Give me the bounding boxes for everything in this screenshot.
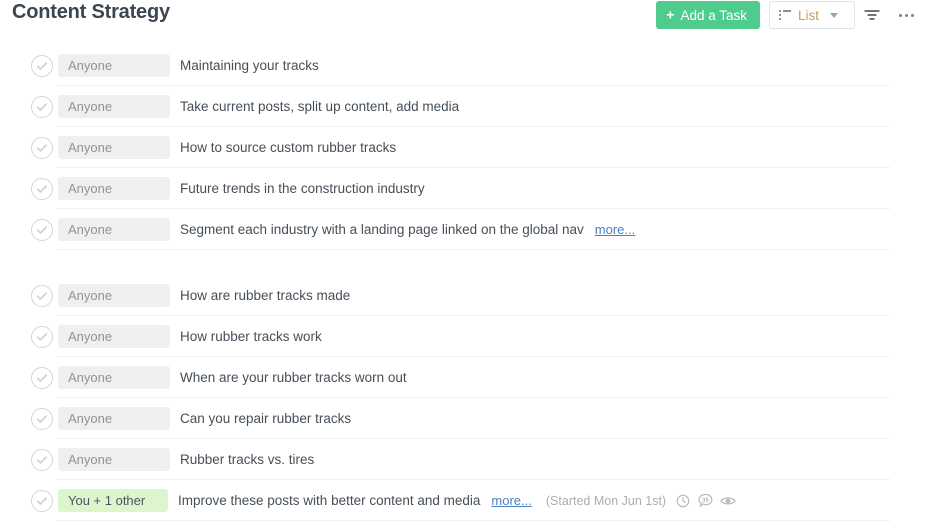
task-content: Improve these posts with better content … — [178, 493, 734, 508]
task-assignee-pill[interactable]: Anyone — [58, 407, 170, 430]
task-list: Anyone Maintaining your tracks Anyone Take … — [0, 45, 933, 521]
task-row[interactable]: Anyone Can you repair rubber tracks — [0, 398, 933, 439]
task-row[interactable]: Anyone Maintaining your tracks — [0, 45, 933, 86]
task-assignee-pill[interactable]: Anyone — [58, 366, 170, 389]
task-assignee-pill[interactable]: Anyone — [58, 284, 170, 307]
page-header: Content Strategy + Add a Task List — [0, 0, 933, 30]
task-title[interactable]: Can you repair rubber tracks — [180, 411, 351, 426]
view-mode-label: List — [798, 8, 819, 23]
task-row[interactable]: You + 1 other Improve these posts with be… — [0, 480, 933, 521]
task-complete-checkbox[interactable] — [31, 219, 53, 241]
filter-icon — [865, 10, 880, 21]
task-content: Rubber tracks vs. tires — [180, 452, 314, 467]
chevron-down-icon — [830, 13, 838, 18]
task-title[interactable]: Rubber tracks vs. tires — [180, 452, 314, 467]
task-title[interactable]: Future trends in the construction indust… — [180, 181, 425, 196]
task-row[interactable]: Anyone How rubber tracks work — [0, 316, 933, 357]
task-title[interactable]: Segment each industry with a landing pag… — [180, 222, 584, 237]
filter-button[interactable] — [855, 1, 889, 29]
task-list-page: Content Strategy + Add a Task List — [0, 0, 933, 525]
task-assignee-pill[interactable]: Anyone — [58, 218, 170, 241]
task-content: Maintaining your tracks — [180, 58, 319, 73]
plus-icon: + — [666, 8, 674, 22]
view-mode-selector[interactable]: List — [769, 1, 855, 29]
task-complete-checkbox[interactable] — [31, 285, 53, 307]
task-row[interactable]: Anyone When are your rubber tracks worn o… — [0, 357, 933, 398]
task-assignee-pill[interactable]: Anyone — [58, 325, 170, 348]
task-row[interactable]: Anyone Segment each industry with a landi… — [0, 209, 933, 250]
task-title[interactable]: Maintaining your tracks — [180, 58, 319, 73]
clock-icon[interactable] — [676, 494, 690, 508]
task-complete-checkbox[interactable] — [31, 55, 53, 77]
comment-icon[interactable]: 36 — [698, 494, 712, 508]
task-complete-checkbox[interactable] — [31, 449, 53, 471]
list-icon — [779, 10, 791, 20]
task-content: How rubber tracks work — [180, 329, 322, 344]
task-complete-checkbox[interactable] — [31, 137, 53, 159]
svg-text:36: 36 — [702, 498, 709, 504]
add-a-task-button[interactable]: + Add a Task — [656, 1, 760, 29]
task-content: Take current posts, split up content, ad… — [180, 99, 459, 114]
add-a-task-label: Add a Task — [680, 8, 747, 23]
task-title[interactable]: When are your rubber tracks worn out — [180, 370, 407, 385]
task-assignee-pill[interactable]: Anyone — [58, 177, 170, 200]
task-assignee-pill[interactable]: Anyone — [58, 448, 170, 471]
task-complete-checkbox[interactable] — [31, 408, 53, 430]
ellipsis-horizontal-icon — [899, 14, 914, 17]
task-content: When are your rubber tracks worn out — [180, 370, 407, 385]
task-row[interactable]: Anyone Rubber tracks vs. tires — [0, 439, 933, 480]
task-complete-checkbox[interactable] — [31, 96, 53, 118]
task-title[interactable]: Take current posts, split up content, ad… — [180, 99, 459, 114]
task-assignee-pill[interactable]: You + 1 other — [58, 489, 168, 512]
task-content: Segment each industry with a landing pag… — [180, 222, 635, 237]
task-row[interactable]: Anyone Take current posts, split up conte… — [0, 86, 933, 127]
header-actions: + Add a Task List — [656, 0, 923, 30]
task-row[interactable]: Anyone Future trends in the construction … — [0, 168, 933, 209]
more-options-button[interactable] — [889, 1, 923, 29]
task-row[interactable]: Anyone How are rubber tracks made — [0, 275, 933, 316]
eye-icon[interactable] — [720, 494, 734, 508]
task-more-link[interactable]: more... — [595, 222, 635, 237]
task-row[interactable]: Anyone How to source custom rubber tracks — [0, 127, 933, 168]
task-complete-checkbox[interactable] — [31, 367, 53, 389]
task-title[interactable]: How to source custom rubber tracks — [180, 140, 396, 155]
task-title[interactable]: How are rubber tracks made — [180, 288, 350, 303]
page-title: Content Strategy — [12, 1, 170, 24]
task-assignee-pill[interactable]: Anyone — [58, 54, 170, 77]
task-start-date: (Started Mon Jun 1st) — [546, 494, 666, 508]
task-content: Future trends in the construction indust… — [180, 181, 425, 196]
task-status-icons: 36 — [676, 494, 734, 508]
task-content: How are rubber tracks made — [180, 288, 350, 303]
task-content: Can you repair rubber tracks — [180, 411, 351, 426]
task-complete-checkbox[interactable] — [31, 326, 53, 348]
task-complete-checkbox[interactable] — [31, 178, 53, 200]
task-complete-checkbox[interactable] — [31, 490, 53, 512]
task-title[interactable]: Improve these posts with better content … — [178, 493, 480, 508]
task-assignee-pill[interactable]: Anyone — [58, 95, 170, 118]
task-group-spacer — [0, 250, 933, 275]
task-assignee-pill[interactable]: Anyone — [58, 136, 170, 159]
task-content: How to source custom rubber tracks — [180, 140, 396, 155]
task-more-link[interactable]: more... — [491, 493, 531, 508]
task-title[interactable]: How rubber tracks work — [180, 329, 322, 344]
